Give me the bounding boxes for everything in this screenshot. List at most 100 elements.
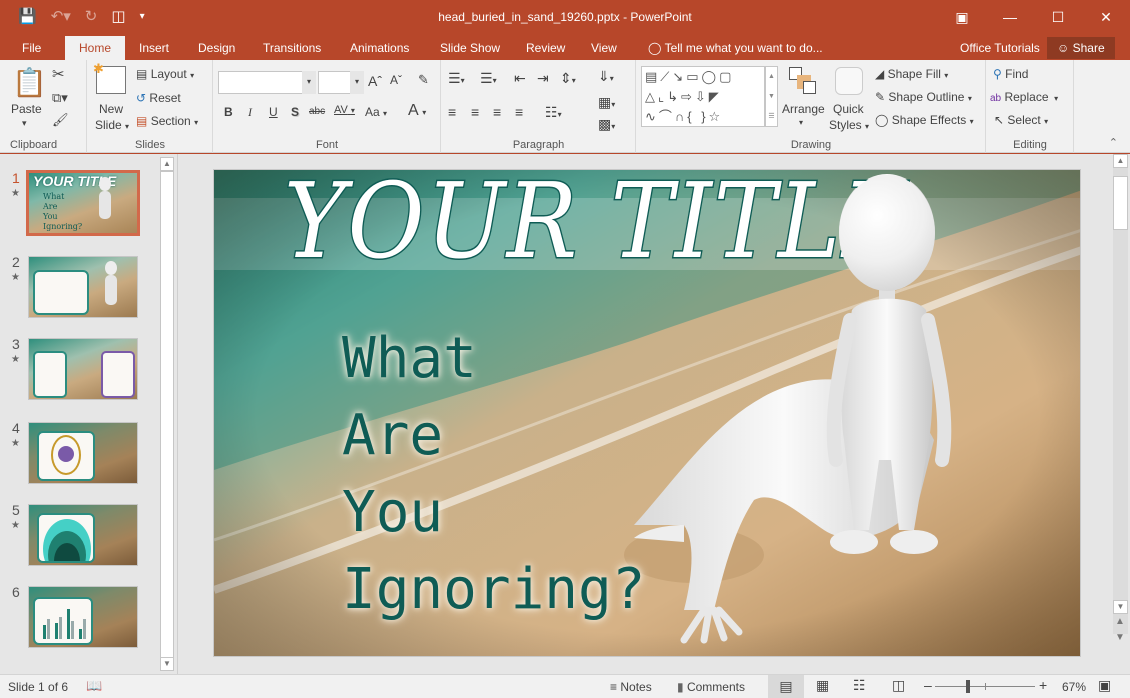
paste-dropdown-icon[interactable]: ▾ [22,118,27,129]
tab-home[interactable]: Home [65,36,125,60]
tab-file[interactable]: File [12,36,51,60]
thumbnail-slide-6[interactable] [28,586,138,648]
underline-button[interactable]: U [269,105,278,119]
save-icon[interactable]: 💾 [18,7,37,25]
maximize-button[interactable]: ☐ [1034,0,1082,34]
thumbnail-slide-2[interactable] [28,256,138,318]
slide-subtitle[interactable]: What Are You Ignoring? [342,320,645,628]
quick-styles-icon[interactable] [835,67,863,95]
new-slide-button[interactable]: Slide ▾ [95,118,129,132]
tab-slide-show[interactable]: Slide Show [430,36,510,60]
zoom-level[interactable]: 67% [1062,680,1086,694]
spell-check-icon[interactable]: 📖 [86,678,102,694]
layout-button[interactable]: ▤ Layout ▾ [136,67,194,81]
tab-view[interactable]: View [581,36,627,60]
font-name-dropdown[interactable]: ▾ [302,71,316,94]
font-color-button[interactable]: A ▾ [408,102,426,120]
slide-title[interactable]: YOUR TITLE [283,170,912,284]
ribbon-display-options-icon[interactable]: ▣ [938,0,986,34]
decrease-font-icon[interactable]: Aˇ [390,73,402,87]
font-size-dropdown[interactable]: ▾ [350,71,364,94]
align-left-icon[interactable]: ≡ [448,104,456,120]
fit-to-window-button[interactable]: ▣ [1098,677,1111,694]
next-slide-icon[interactable]: ▼ [1115,632,1125,643]
shadow-button[interactable]: S [291,105,299,119]
slide-sorter-button[interactable]: ▦ [816,677,829,694]
scroll-down-button[interactable]: ▼ [160,657,174,671]
arrange-dropdown-icon[interactable]: ▾ [799,118,803,127]
italic-button[interactable]: I [248,105,252,120]
copy-icon[interactable]: ⧉▾ [52,90,68,106]
paste-button[interactable]: Paste [11,102,42,116]
previous-slide-icon[interactable]: ▲ [1115,616,1125,627]
tab-review[interactable]: Review [516,36,575,60]
line-spacing-icon[interactable]: ⇕▾ [560,70,576,87]
notes-button[interactable]: ≡ Notes [610,680,652,694]
quick-styles-button[interactable]: Styles ▾ [829,118,869,132]
shapes-gallery[interactable]: ▤⟋↘▭◯▢ △⌞↳⇨⇩◤ ∿⌒∩{ }☆ [641,66,765,127]
scroll-up-button[interactable]: ▲ [160,157,174,171]
tab-transitions[interactable]: Transitions [253,36,331,60]
align-text-icon[interactable]: ▦▾ [598,94,615,111]
undo-icon[interactable]: ↶▾ [51,7,71,25]
new-slide-line1[interactable]: New [99,102,123,116]
scroll-up-button[interactable]: ▲ [1113,154,1128,168]
office-tutorials-account[interactable]: Office Tutorials [950,36,1050,60]
scroll-thumb[interactable] [1113,176,1128,230]
bold-button[interactable]: B [224,105,233,119]
strikethrough-button[interactable]: abc [309,106,325,117]
close-button[interactable]: ✕ [1082,0,1130,34]
thumbnail-slide-3[interactable] [28,338,138,400]
cut-icon[interactable]: ✂ [52,65,65,83]
font-name-input[interactable] [218,71,315,94]
quick-styles-line1[interactable]: Quick [833,102,864,116]
scroll-thumb[interactable] [160,171,174,659]
scroll-down-button[interactable]: ▼ [1113,600,1128,614]
character-spacing-button[interactable]: AV ▾ [334,104,355,116]
increase-indent-icon[interactable]: ⇥ [537,70,549,87]
thumbnail-slide-1[interactable]: YOUR TITLE What Are You Ignoring? [26,170,140,236]
find-button[interactable]: ⚲ Find [993,67,1028,81]
shape-effects-button[interactable]: ◯ Shape Effects ▾ [875,113,974,127]
clear-formatting-icon[interactable]: ✎ [418,72,429,88]
redo-icon[interactable]: ↻ [85,7,98,25]
justify-icon[interactable]: ≡ [515,104,523,120]
bullets-icon[interactable]: ☰▾ [448,70,465,87]
collapse-ribbon-icon[interactable]: ⌃ [1109,136,1118,149]
normal-view-button[interactable]: ▤ [768,675,804,698]
new-slide-icon[interactable]: ✱ [93,61,126,94]
minimize-button[interactable]: — [986,0,1034,34]
arrange-button[interactable]: Arrange [782,102,825,116]
reading-view-button[interactable]: ☷ [853,677,866,694]
thumbnail-scrollbar[interactable]: ▲ ▼ [160,157,174,671]
decrease-indent-icon[interactable]: ⇤ [514,70,526,87]
tab-design[interactable]: Design [188,36,245,60]
tab-animations[interactable]: Animations [340,36,419,60]
columns-icon[interactable]: ☷▾ [545,104,562,121]
tell-me-box[interactable]: ◯ Tell me what you want to do... [638,36,833,60]
text-direction-icon[interactable]: ⇓▾ [598,68,614,85]
select-button[interactable]: ↖ Select ▾ [994,113,1048,127]
zoom-slider-thumb[interactable] [966,680,970,693]
shapes-gallery-scroll[interactable]: ▲ ▼ ☰ [765,66,778,127]
section-button[interactable]: ▤ Section ▾ [136,114,198,128]
zoom-slider[interactable] [935,680,1035,693]
align-right-icon[interactable]: ≡ [493,104,501,120]
slide-show-button[interactable]: ◫ [892,677,905,694]
zoom-in-button[interactable]: + [1039,677,1047,693]
reset-button[interactable]: ↺ Reset [136,91,181,105]
arrange-icon[interactable] [789,67,817,95]
share-button[interactable]: ☺ Share [1047,37,1115,59]
numbering-icon[interactable]: ☰▾ [480,70,497,87]
convert-smartart-icon[interactable]: ▩▾ [598,116,615,133]
customize-qat-icon[interactable]: ▾ [140,11,145,22]
slide-scrollbar[interactable]: ▲ ▼ [1113,154,1128,634]
thumbnail-slide-5[interactable] [28,504,138,566]
shape-outline-button[interactable]: ✎ Shape Outline ▾ [875,90,972,104]
format-painter-icon[interactable]: 🖌 [52,112,69,128]
start-slideshow-icon[interactable]: ◫ [111,7,125,25]
shape-fill-button[interactable]: ◢ Shape Fill ▾ [875,67,948,81]
tab-insert[interactable]: Insert [129,36,179,60]
thumbnail-slide-4[interactable] [28,422,138,484]
change-case-button[interactable]: Aa ▾ [365,105,387,119]
